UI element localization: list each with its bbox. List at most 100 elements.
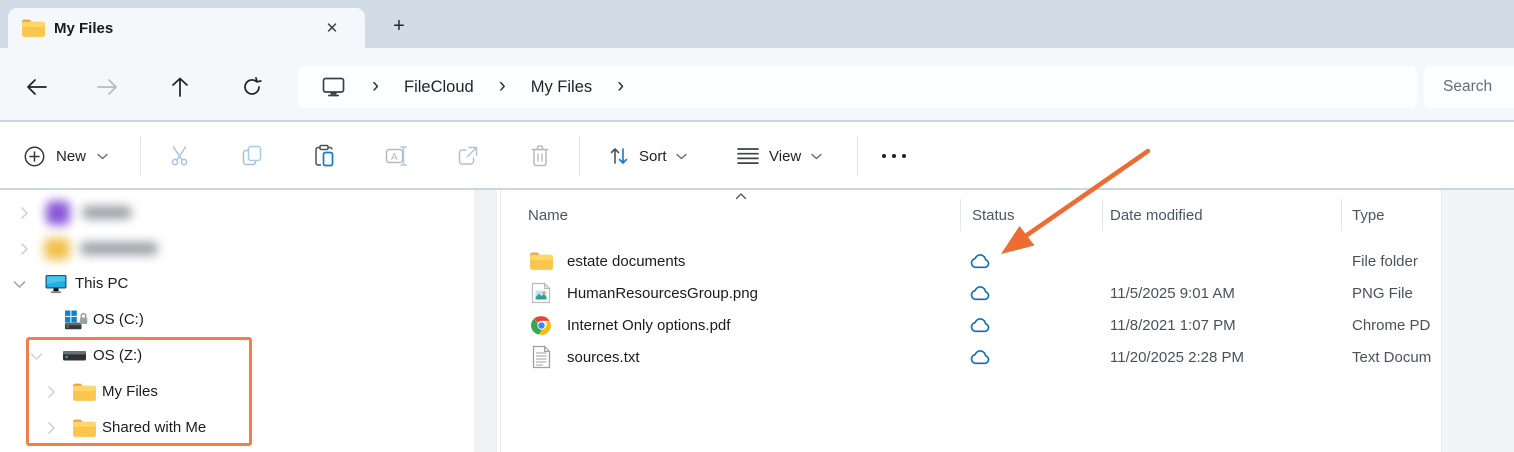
toolbar-divider — [857, 136, 858, 176]
chevron-right-icon — [48, 386, 56, 398]
column-header-status[interactable]: Status — [972, 198, 1015, 232]
sidebar-item-blurred-1[interactable] — [0, 196, 470, 230]
file-row[interactable]: HumanResourcesGroup.png 11/5/2025 9:01 A… — [502, 277, 1441, 309]
text-file-icon — [532, 345, 551, 369]
column-divider[interactable] — [1102, 199, 1103, 231]
sidebar-item-os-z[interactable]: OS (Z:) — [0, 339, 470, 373]
folder-icon — [73, 383, 96, 401]
file-type: Text Docum — [1352, 348, 1432, 366]
explorer-tab[interactable]: My Files ✕ — [8, 8, 365, 48]
chevron-right-icon — [48, 422, 56, 434]
refresh-icon[interactable] — [239, 74, 265, 100]
more-options-icon[interactable] — [882, 154, 906, 158]
chevron-down-icon — [811, 153, 822, 159]
file-list-pane: Name Status Date modified Type estate do… — [502, 190, 1441, 452]
image-file-icon — [531, 282, 551, 304]
cloud-status-icon — [969, 245, 992, 277]
file-name: estate documents — [567, 252, 686, 270]
sidebar-item-blurred-2[interactable] — [0, 232, 470, 266]
command-bar: New A Sort View — [0, 122, 1514, 190]
column-divider[interactable] — [960, 199, 961, 231]
up-icon[interactable] — [167, 74, 193, 100]
pane-divider — [500, 190, 501, 452]
cut-button[interactable] — [169, 144, 193, 168]
breadcrumb-item-my-files[interactable]: My Files — [531, 78, 592, 97]
sidebar-item-label: My Files — [102, 383, 158, 400]
sidebar-scrollbar[interactable] — [474, 190, 497, 452]
column-divider[interactable] — [1341, 199, 1342, 231]
chevron-down-icon — [675, 153, 687, 159]
file-type: PNG File — [1352, 284, 1413, 302]
sidebar-item-os-c[interactable]: OS (C:) — [0, 303, 470, 337]
chrome-file-icon — [531, 315, 551, 335]
svg-text:A: A — [391, 152, 398, 163]
blurred-label — [82, 206, 132, 219]
delete-button[interactable] — [529, 144, 551, 168]
breadcrumb-chevron-icon: › — [617, 73, 625, 97]
right-edge-panel — [1441, 190, 1514, 452]
sidebar-item-my-files[interactable]: My Files — [0, 375, 470, 409]
toolbar-divider — [140, 136, 141, 176]
rename-icon: A — [385, 146, 407, 166]
monitor-icon[interactable] — [320, 75, 347, 99]
cloud-status-icon — [969, 309, 992, 341]
cloud-status-icon — [969, 341, 992, 373]
tab-title: My Files — [54, 19, 114, 37]
folder-icon — [530, 252, 553, 270]
breadcrumb-item-filecloud[interactable]: FileCloud — [404, 78, 474, 97]
file-date: 11/20/2025 2:28 PM — [1110, 348, 1244, 366]
chevron-right-icon — [21, 207, 29, 219]
sort-button-label: Sort — [639, 147, 667, 165]
breadcrumb-chevron-icon: › — [498, 73, 506, 97]
tab-close-icon[interactable]: ✕ — [321, 17, 343, 39]
sidebar-item-this-pc[interactable]: This PC — [0, 267, 470, 301]
file-name: HumanResourcesGroup.png — [567, 284, 758, 302]
search-input[interactable]: Search — [1424, 66, 1514, 108]
folder-icon — [22, 19, 45, 37]
file-name: Internet Only options.pdf — [567, 316, 731, 334]
view-button-label: View — [769, 147, 802, 165]
sidebar-item-shared-with-me[interactable]: Shared with Me — [0, 411, 470, 445]
sort-icon — [610, 148, 628, 164]
sort-button[interactable]: Sort — [602, 134, 693, 178]
new-button-label: New — [56, 147, 87, 165]
file-row[interactable]: sources.txt 11/20/2025 2:28 PM Text Docu… — [502, 341, 1441, 373]
share-button[interactable] — [456, 144, 480, 168]
file-type: Chrome PD — [1352, 316, 1431, 334]
copy-icon — [242, 145, 262, 166]
navigation-bar: › FileCloud › My Files › Search — [0, 48, 1514, 122]
column-header-name[interactable]: Name — [528, 198, 568, 232]
blurred-icon — [44, 238, 70, 260]
chevron-down-icon — [30, 353, 43, 361]
title-bar: My Files ✕ + — [0, 0, 1514, 48]
sidebar-item-label: This PC — [75, 275, 129, 292]
cloud-status-icon — [969, 277, 992, 309]
file-type: File folder — [1352, 252, 1418, 270]
blurred-label — [80, 242, 158, 255]
file-row[interactable]: estate documents File folder — [502, 245, 1441, 277]
rename-button[interactable]: A — [384, 144, 409, 168]
file-name: sources.txt — [567, 348, 640, 366]
column-header-date-modified[interactable]: Date modified — [1110, 198, 1203, 232]
file-date: 11/8/2021 1:07 PM — [1110, 316, 1236, 334]
share-icon — [458, 146, 478, 165]
back-icon[interactable] — [23, 74, 49, 100]
search-placeholder: Search — [1443, 78, 1493, 95]
file-row[interactable]: Internet Only options.pdf 11/8/2021 1:07… — [502, 309, 1441, 341]
trash-icon — [531, 145, 549, 167]
breadcrumb-chevron-icon: › — [372, 73, 379, 97]
folder-icon — [73, 419, 96, 437]
chevron-down-icon — [97, 153, 108, 159]
copy-button[interactable] — [240, 144, 264, 168]
column-header-type[interactable]: Type — [1352, 198, 1385, 232]
blurred-icon — [46, 201, 70, 225]
windows-drive-icon — [65, 310, 88, 330]
new-button[interactable]: New — [16, 134, 116, 178]
file-date: 11/5/2025 9:01 AM — [1110, 284, 1235, 302]
monitor-icon — [45, 275, 67, 294]
paste-button[interactable] — [312, 143, 336, 168]
view-button[interactable]: View — [731, 134, 828, 178]
new-tab-icon[interactable]: + — [388, 15, 410, 37]
sidebar-item-label: OS (C:) — [93, 311, 144, 328]
forward-icon[interactable] — [95, 74, 121, 100]
